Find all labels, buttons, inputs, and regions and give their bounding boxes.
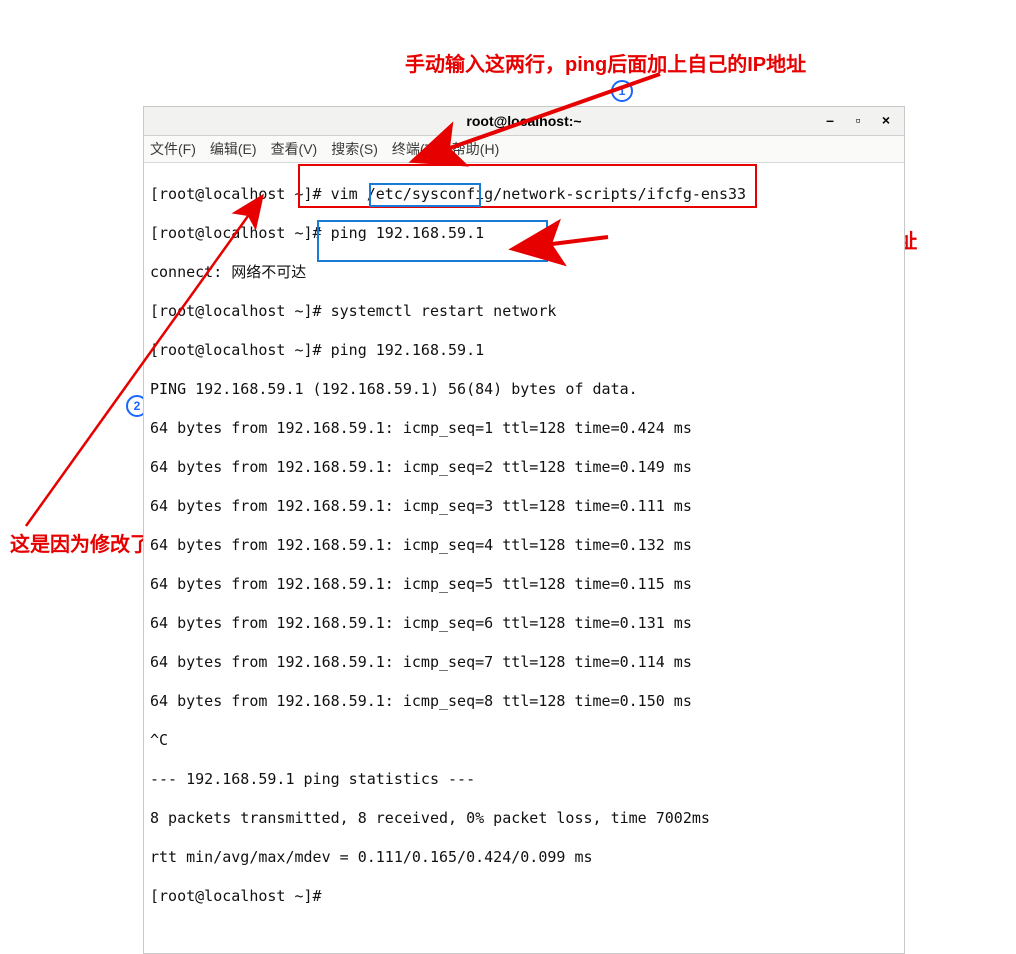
maximize-button[interactable]: ▫ (846, 112, 870, 130)
term-line: PING 192.168.59.1 (192.168.59.1) 56(84) … (150, 380, 898, 400)
term-line: ^C (150, 731, 898, 751)
term-line: [root@localhost ~]# systemctl restart ne… (150, 302, 898, 322)
term-line: 64 bytes from 192.168.59.1: icmp_seq=8 t… (150, 692, 898, 712)
term-line: 64 bytes from 192.168.59.1: icmp_seq=6 t… (150, 614, 898, 634)
menu-terminal[interactable]: 终端(T) (392, 139, 438, 159)
term-line: 64 bytes from 192.168.59.1: icmp_seq=2 t… (150, 458, 898, 478)
menubar: 文件(F) 编辑(E) 查看(V) 搜索(S) 终端(T) 帮助(H) (144, 136, 904, 163)
annotation-top: 手动输入这两行，ping后面加上自己的IP地址 (405, 48, 806, 77)
terminal-window: root@localhost:~ – ▫ × 文件(F) 编辑(E) 查看(V)… (143, 106, 905, 954)
term-line: 64 bytes from 192.168.59.1: icmp_seq=7 t… (150, 653, 898, 673)
minimize-button[interactable]: – (818, 112, 842, 130)
term-line: 8 packets transmitted, 8 received, 0% pa… (150, 809, 898, 829)
term-line: [root@localhost ~]# ping 192.168.59.1 (150, 224, 898, 244)
term-line: 64 bytes from 192.168.59.1: icmp_seq=5 t… (150, 575, 898, 595)
term-line: 64 bytes from 192.168.59.1: icmp_seq=3 t… (150, 497, 898, 517)
close-button[interactable]: × (874, 112, 898, 130)
menu-view[interactable]: 查看(V) (271, 139, 318, 159)
term-line: --- 192.168.59.1 ping statistics --- (150, 770, 898, 790)
window-title: root@localhost:~ (466, 113, 581, 129)
term-line: [root@localhost ~]# vim /etc/sysconfig/n… (150, 185, 898, 205)
menu-file[interactable]: 文件(F) (150, 139, 196, 159)
terminal-body[interactable]: [root@localhost ~]# vim /etc/sysconfig/n… (144, 163, 904, 953)
term-line: connect: 网络不可达 (150, 263, 898, 283)
term-line: [root@localhost ~]# ping 192.168.59.1 (150, 341, 898, 361)
term-line: [root@localhost ~]# (150, 887, 898, 907)
marker-1: 1 (611, 80, 633, 102)
menu-search[interactable]: 搜索(S) (331, 139, 378, 159)
menu-edit[interactable]: 编辑(E) (210, 139, 257, 159)
term-line: rtt min/avg/max/mdev = 0.111/0.165/0.424… (150, 848, 898, 868)
term-line: 64 bytes from 192.168.59.1: icmp_seq=4 t… (150, 536, 898, 556)
menu-help[interactable]: 帮助(H) (452, 139, 499, 159)
titlebar[interactable]: root@localhost:~ – ▫ × (144, 107, 904, 136)
term-line: 64 bytes from 192.168.59.1: icmp_seq=1 t… (150, 419, 898, 439)
